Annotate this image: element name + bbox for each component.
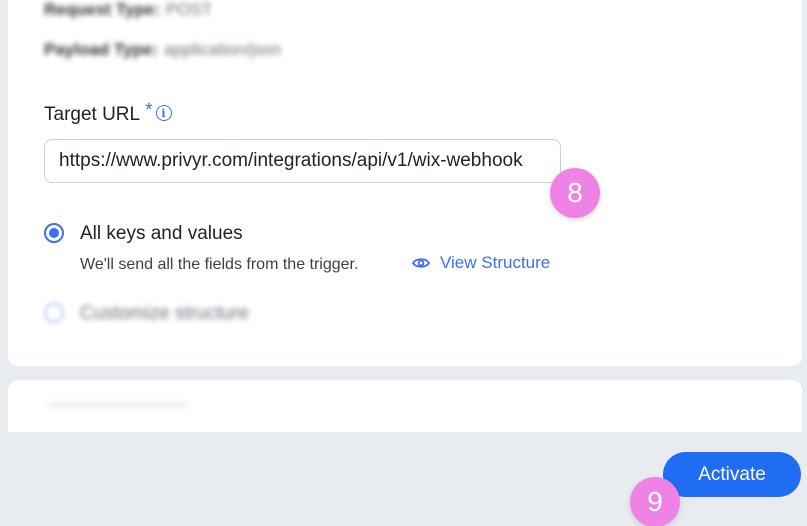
info-icon[interactable]: i [155, 105, 172, 121]
target-url-input[interactable] [44, 139, 561, 183]
view-structure-link[interactable]: View Structure [412, 253, 550, 273]
target-url-label: Target URL [44, 104, 141, 125]
step-badge-8: 8 [550, 168, 600, 218]
activate-button[interactable]: Activate [663, 452, 801, 497]
customize-structure-label[interactable]: Customize structure [80, 303, 249, 325]
view-structure-label: View Structure [440, 253, 551, 272]
all-keys-label[interactable]: All keys and values [80, 223, 243, 245]
eye-icon [412, 258, 430, 268]
page: Request Type: POST Payload Type: applicati… [0, 0, 807, 526]
blurred-content [48, 402, 188, 408]
radio-selected-dot [49, 228, 59, 238]
required-marker: * [145, 100, 153, 121]
request-type-value: POST [165, 0, 213, 19]
step-badge-9: 9 [630, 477, 680, 526]
target-url-label-row: Target URL * i [44, 100, 172, 126]
request-type-label: Request Type: [44, 0, 160, 19]
payload-type-row: Payload Type: application/json [44, 40, 281, 60]
all-keys-description: We'll send all the fields from the trigg… [80, 256, 359, 273]
payload-type-value: application/json [164, 40, 282, 59]
request-type-row: Request Type: POST [44, 0, 212, 20]
payload-type-label: Payload Type: [44, 40, 158, 59]
customize-structure-radio[interactable] [44, 303, 64, 323]
secondary-card [8, 380, 802, 432]
all-keys-radio[interactable] [44, 223, 64, 243]
